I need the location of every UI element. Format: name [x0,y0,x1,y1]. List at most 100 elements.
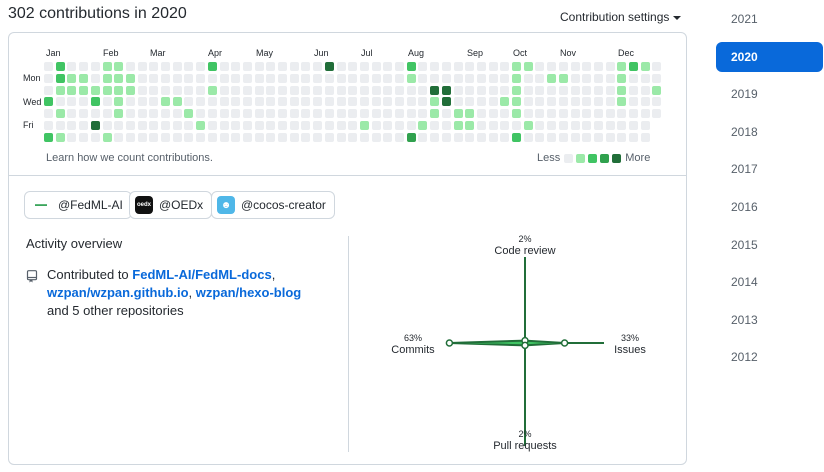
contribution-day-cell[interactable] [524,97,533,106]
contribution-day-cell[interactable] [395,97,404,106]
year-link-2018[interactable]: 2018 [716,117,823,147]
contribution-day-cell[interactable] [114,74,123,83]
contribution-day-cell[interactable] [547,86,556,95]
contribution-day-cell[interactable] [348,62,357,71]
contribution-day-cell[interactable] [582,62,591,71]
contribution-day-cell[interactable] [290,62,299,71]
contribution-day-cell[interactable] [243,97,252,106]
org-button-fedml[interactable]: ▬▬ @FedML-AI [24,191,132,219]
contribution-day-cell[interactable] [56,62,65,71]
contribution-day-cell[interactable] [454,109,463,118]
contribution-day-cell[interactable] [126,133,135,142]
contribution-day-cell[interactable] [56,97,65,106]
contribution-day-cell[interactable] [571,86,580,95]
contribution-day-cell[interactable] [407,62,416,71]
contribution-day-cell[interactable] [360,62,369,71]
contribution-day-cell[interactable] [652,97,661,106]
contribution-day-cell[interactable] [360,121,369,130]
contribution-day-cell[interactable] [79,86,88,95]
contribution-day-cell[interactable] [512,109,521,118]
contribution-day-cell[interactable] [559,133,568,142]
contribution-day-cell[interactable] [582,133,591,142]
contribution-day-cell[interactable] [477,62,486,71]
contribution-day-cell[interactable] [173,74,182,83]
contribution-day-cell[interactable] [407,97,416,106]
contribution-day-cell[interactable] [559,86,568,95]
contribution-day-cell[interactable] [313,109,322,118]
contribution-day-cell[interactable] [301,86,310,95]
contribution-day-cell[interactable] [103,121,112,130]
contribution-day-cell[interactable] [173,121,182,130]
contribution-day-cell[interactable] [114,133,123,142]
contribution-day-cell[interactable] [149,109,158,118]
contribution-day-cell[interactable] [138,121,147,130]
contribution-day-cell[interactable] [594,74,603,83]
contribution-day-cell[interactable] [266,86,275,95]
contribution-day-cell[interactable] [67,97,76,106]
contribution-day-cell[interactable] [79,121,88,130]
contribution-day-cell[interactable] [278,109,287,118]
repo-link-hexo-blog[interactable]: wzpan/hexo-blog [196,285,301,300]
contribution-day-cell[interactable] [372,109,381,118]
contribution-day-cell[interactable] [407,74,416,83]
contribution-day-cell[interactable] [395,62,404,71]
contribution-day-cell[interactable] [44,133,53,142]
contribution-day-cell[interactable] [301,133,310,142]
contribution-day-cell[interactable] [454,133,463,142]
contribution-day-cell[interactable] [360,86,369,95]
contribution-day-cell[interactable] [278,86,287,95]
contribution-day-cell[interactable] [652,109,661,118]
contribution-day-cell[interactable] [348,74,357,83]
contribution-day-cell[interactable] [67,62,76,71]
contribution-day-cell[interactable] [149,86,158,95]
contribution-day-cell[interactable] [547,133,556,142]
contribution-day-cell[interactable] [372,133,381,142]
contribution-day-cell[interactable] [489,62,498,71]
contribution-day-cell[interactable] [454,121,463,130]
contribution-day-cell[interactable] [220,109,229,118]
contribution-day-cell[interactable] [465,109,474,118]
contribution-day-cell[interactable] [442,109,451,118]
contribution-day-cell[interactable] [348,97,357,106]
contribution-day-cell[interactable] [407,121,416,130]
contribution-day-cell[interactable] [325,86,334,95]
contribution-day-cell[interactable] [465,121,474,130]
contribution-day-cell[interactable] [161,109,170,118]
contribution-day-cell[interactable] [325,74,334,83]
contribution-day-cell[interactable] [395,121,404,130]
contribution-day-cell[interactable] [617,62,626,71]
contribution-settings-button[interactable]: Contribution settings [560,10,682,24]
year-link-2013[interactable]: 2013 [716,305,823,335]
contribution-day-cell[interactable] [184,121,193,130]
contribution-day-cell[interactable] [383,133,392,142]
contribution-day-cell[interactable] [512,74,521,83]
contribution-day-cell[interactable] [629,86,638,95]
contribution-day-cell[interactable] [465,86,474,95]
contribution-day-cell[interactable] [629,109,638,118]
contribution-day-cell[interactable] [184,86,193,95]
contribution-day-cell[interactable] [465,133,474,142]
contribution-day-cell[interactable] [243,86,252,95]
contribution-day-cell[interactable] [535,62,544,71]
contribution-day-cell[interactable] [512,62,521,71]
contribution-day-cell[interactable] [91,97,100,106]
contribution-day-cell[interactable] [407,133,416,142]
contribution-day-cell[interactable] [594,97,603,106]
contribution-day-cell[interactable] [220,121,229,130]
contribution-day-cell[interactable] [454,86,463,95]
contribution-day-cell[interactable] [629,74,638,83]
contribution-day-cell[interactable] [559,74,568,83]
contribution-day-cell[interactable] [477,133,486,142]
contribution-day-cell[interactable] [231,86,240,95]
contribution-day-cell[interactable] [103,62,112,71]
contribution-day-cell[interactable] [126,86,135,95]
contribution-day-cell[interactable] [196,109,205,118]
contribution-day-cell[interactable] [629,62,638,71]
contribution-day-cell[interactable] [325,121,334,130]
contribution-day-cell[interactable] [208,62,217,71]
contribution-day-cell[interactable] [44,121,53,130]
contribution-day-cell[interactable] [512,86,521,95]
contribution-day-cell[interactable] [477,74,486,83]
contribution-day-cell[interactable] [44,109,53,118]
contribution-day-cell[interactable] [489,109,498,118]
